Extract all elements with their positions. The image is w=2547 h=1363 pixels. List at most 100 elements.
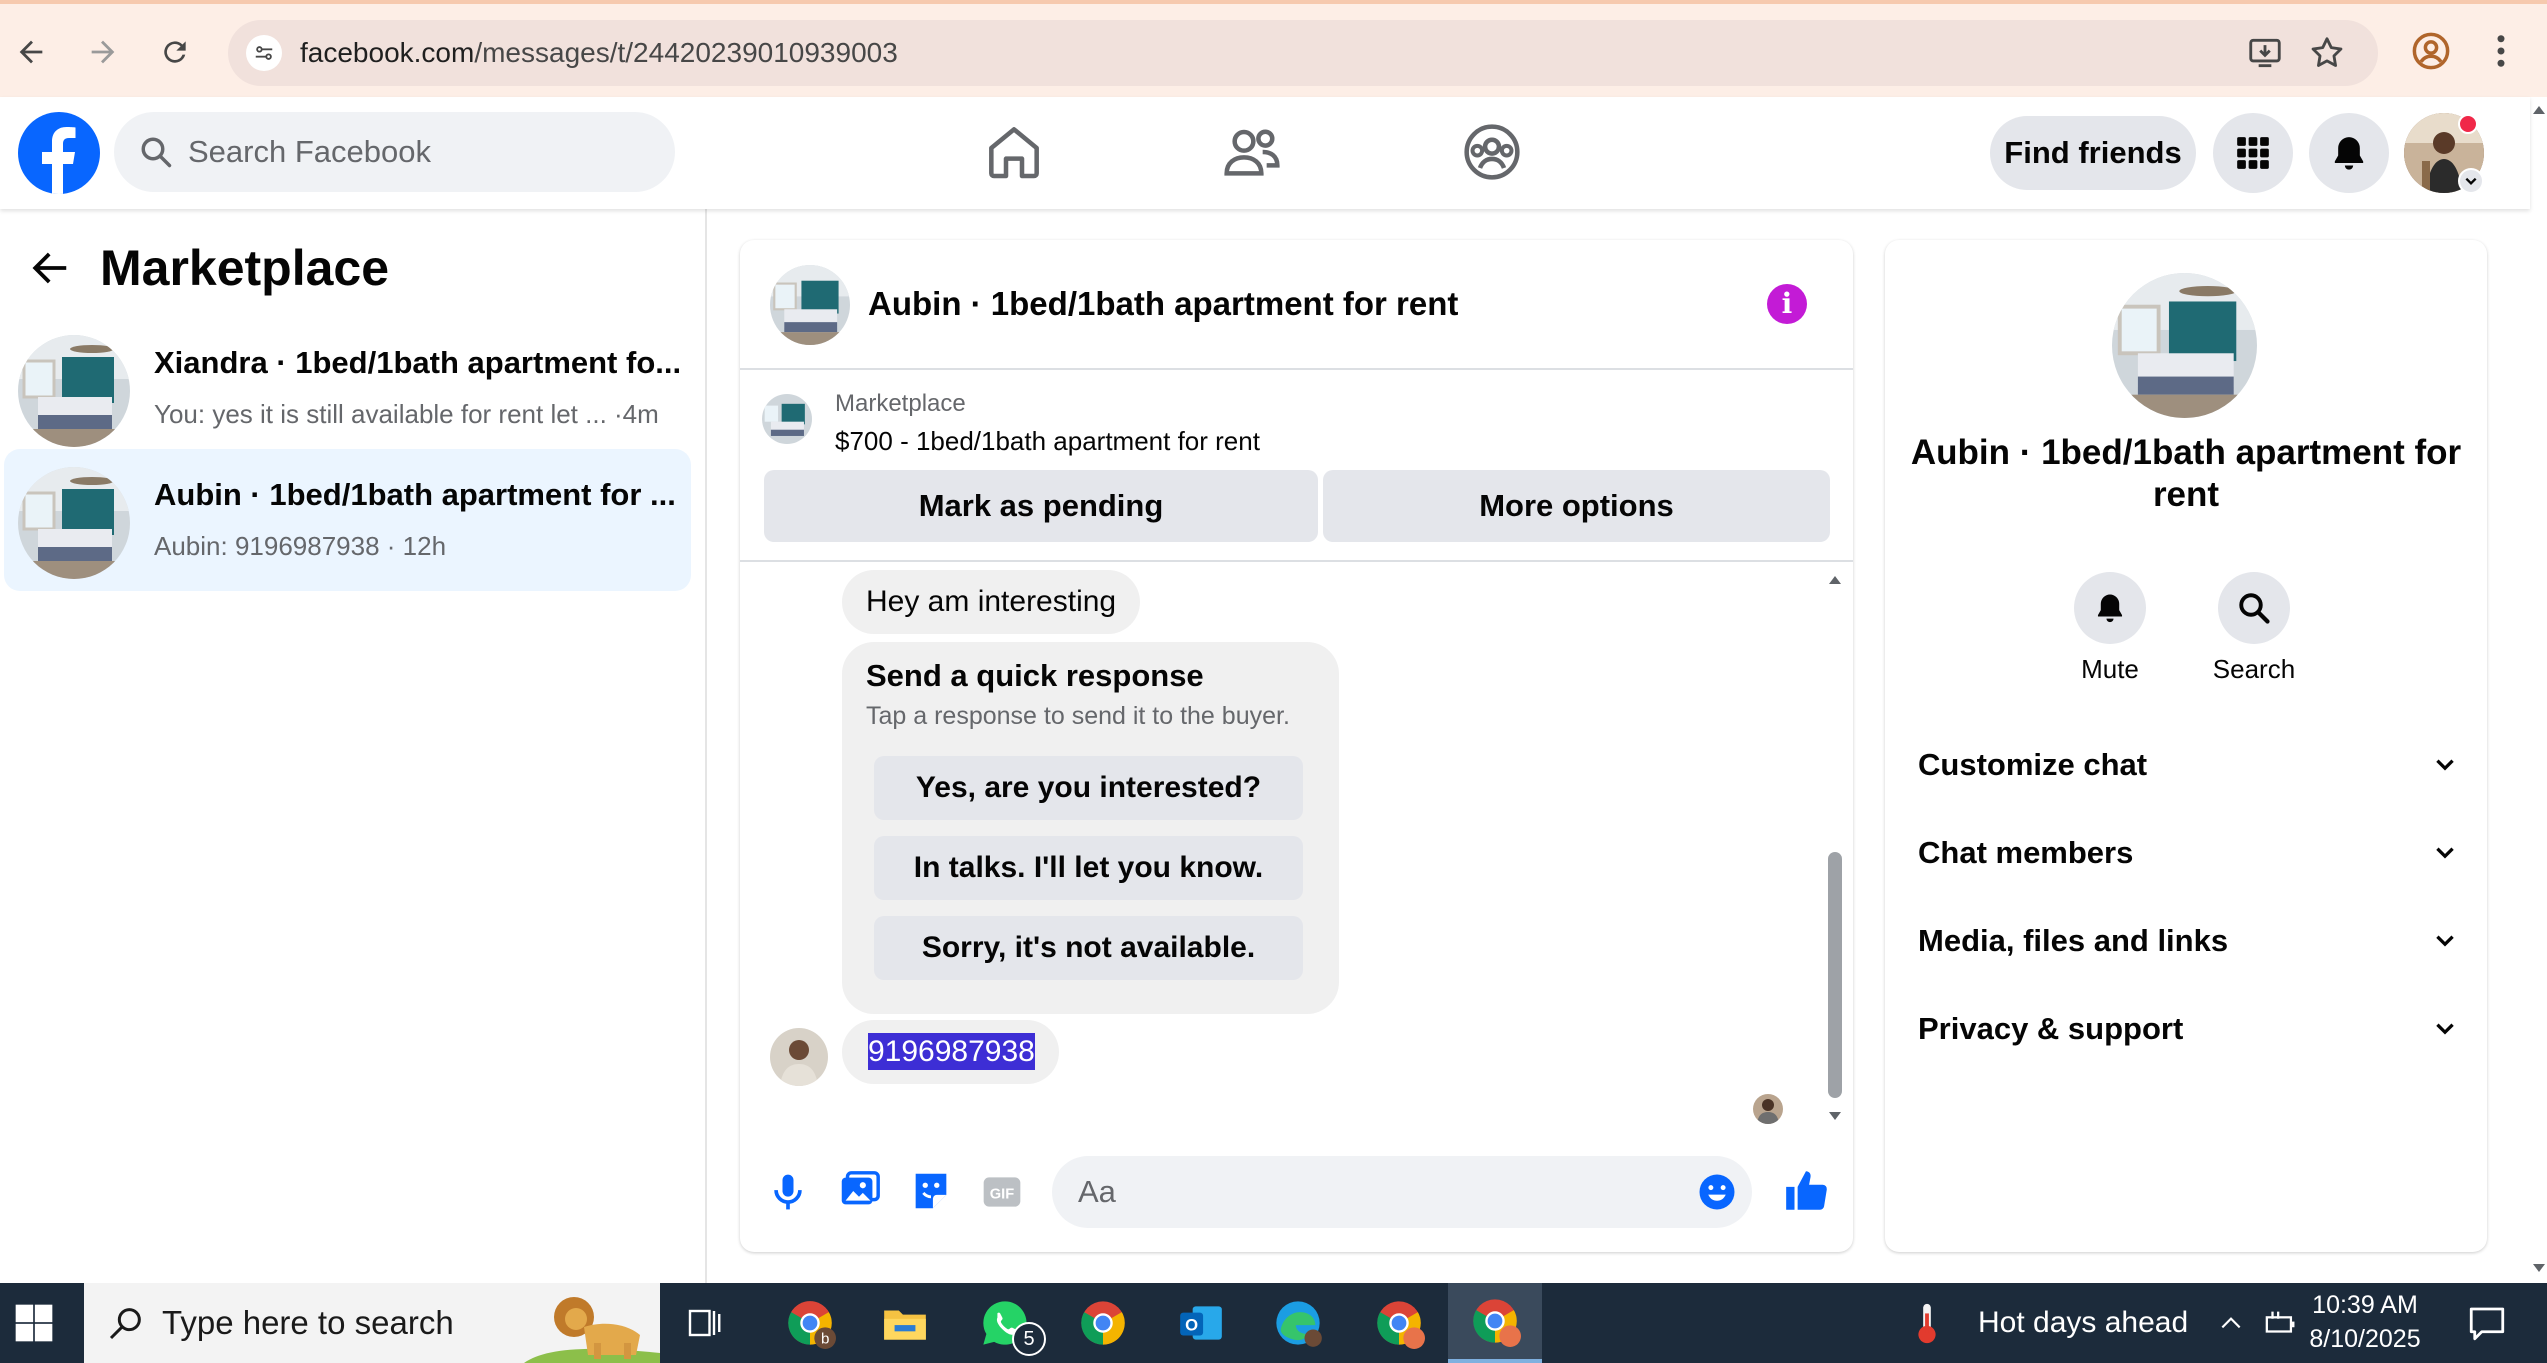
chat-header: Aubin · 1bed/1bath apartment for rent i [740, 240, 1853, 370]
taskbar-search-placeholder: Type here to search [162, 1304, 454, 1341]
quick-response-option[interactable]: Sorry, it's not available. [874, 916, 1303, 980]
chrome-profile-b-icon[interactable]: b [777, 1290, 843, 1356]
chat-avatar[interactable] [770, 265, 850, 345]
weather-thermometer-icon[interactable] [1912, 1300, 1942, 1346]
chrome-icon[interactable] [1070, 1290, 1136, 1356]
mark-as-pending-button[interactable]: Mark as pending [764, 470, 1318, 542]
quick-response-title: Send a quick response [866, 658, 1204, 693]
microphone-icon[interactable] [766, 1170, 810, 1214]
install-app-icon[interactable] [2246, 34, 2284, 72]
quick-response-option[interactable]: In talks. I'll let you know. [874, 836, 1303, 900]
thread-title: Xiandra · 1bed/1bath apartment fo... [154, 345, 682, 380]
address-bar[interactable]: facebook.com/messages/t/2442023901093900… [228, 20, 2378, 86]
customize-chat-section[interactable]: Customize chat [1918, 736, 2458, 794]
details-title: Aubin · 1bed/1bath apartment for rent [1910, 433, 2462, 514]
chevron-down-icon [2436, 1023, 2454, 1035]
thread-item-aubin[interactable]: Aubin · 1bed/1bath apartment for ... Aub… [4, 449, 691, 591]
system-clock[interactable]: 10:39 AM 8/10/2025 [2300, 1288, 2430, 1356]
windows-start-icon[interactable] [14, 1303, 54, 1343]
media-files-links-section[interactable]: Media, files and links [1918, 912, 2458, 970]
find-friends-button[interactable]: Find friends [1990, 116, 2196, 190]
thread-title: Aubin · 1bed/1bath apartment for ... [154, 477, 676, 512]
weather-text[interactable]: Hot days ahead [1978, 1283, 2188, 1363]
details-avatar[interactable] [2112, 273, 2257, 418]
page-scrollbar[interactable] [2530, 97, 2547, 1283]
chat-details-panel: Aubin · 1bed/1bath apartment for rent Mu… [1885, 240, 2487, 1252]
bookmark-star-icon[interactable] [2308, 34, 2346, 72]
reload-icon[interactable] [148, 25, 202, 79]
more-options-button[interactable]: More options [1323, 470, 1830, 542]
gif-icon[interactable]: GIF [980, 1170, 1024, 1214]
friends-icon[interactable] [1220, 120, 1284, 184]
svg-text:O: O [1185, 1315, 1198, 1334]
listing-banner: Marketplace $700 - 1bed/1bath apartment … [740, 370, 1853, 562]
photo-attach-icon[interactable] [836, 1168, 882, 1214]
profile-icon[interactable] [2410, 30, 2452, 72]
search-icon [138, 134, 174, 170]
task-view-icon[interactable] [672, 1290, 738, 1356]
emoji-icon[interactable] [1696, 1171, 1738, 1213]
notifications-bell-icon[interactable] [2309, 113, 2389, 193]
message-input[interactable]: Aa [1052, 1156, 1752, 1228]
mute-bell-icon[interactable] [2074, 572, 2146, 644]
sender-avatar[interactable] [770, 1028, 828, 1086]
edge-icon[interactable] [1265, 1290, 1331, 1356]
menu-grid-icon[interactable] [2213, 113, 2293, 193]
sticker-icon[interactable] [908, 1168, 954, 1214]
svg-text:b: b [821, 1331, 829, 1348]
message-bubble: Hey am interesting [842, 570, 1141, 634]
listing-price-title[interactable]: $700 - 1bed/1bath apartment for rent [835, 426, 1260, 457]
section-label: Chat members [1918, 835, 2134, 870]
file-explorer-icon[interactable] [872, 1290, 938, 1356]
back-arrow-icon[interactable] [26, 245, 72, 291]
thread-item-xiandra[interactable]: Xiandra · 1bed/1bath apartment fo... You… [4, 317, 691, 459]
chevron-down-icon [2436, 847, 2454, 859]
marketplace-sidebar: Marketplace Xiandra · 1bed/1bath apartme… [0, 209, 707, 1284]
selected-message-text[interactable]: 9196987938 [868, 1033, 1035, 1070]
seen-indicator-avatar [1753, 1094, 1783, 1124]
lion-search-highlight-icon [524, 1283, 660, 1363]
quick-response-subtitle: Tap a response to send it to the buyer. [866, 702, 1290, 730]
chrome-active-window-icon[interactable] [1448, 1283, 1542, 1363]
thread-preview: You: yes it is still available for rent … [154, 399, 659, 429]
site-info-icon[interactable] [246, 35, 282, 71]
section-label: Media, files and links [1918, 923, 2229, 958]
facebook-logo-icon[interactable] [18, 112, 100, 194]
battery-plug-icon[interactable] [2264, 1306, 2298, 1340]
chat-scrollbar-thumb[interactable] [1828, 852, 1842, 1098]
privacy-support-section[interactable]: Privacy & support [1918, 1000, 2458, 1058]
chat-title[interactable]: Aubin · 1bed/1bath apartment for rent [868, 285, 1458, 323]
search-in-chat-icon[interactable] [2218, 572, 2290, 644]
listing-thumbnail [18, 467, 130, 579]
quick-response-option[interactable]: Yes, are you interested? [874, 756, 1303, 820]
listing-thumbnail [18, 335, 130, 447]
search-placeholder: Search Facebook [188, 134, 431, 169]
like-thumbs-up-icon[interactable] [1782, 1166, 1832, 1216]
chevron-down-icon [2436, 935, 2454, 947]
home-icon[interactable] [982, 120, 1046, 184]
chevron-down-icon [2436, 759, 2454, 771]
section-label: Customize chat [1918, 747, 2148, 782]
chat-pane: Aubin · 1bed/1bath apartment for rent i … [740, 240, 1853, 1252]
kebab-menu-icon[interactable] [2486, 30, 2516, 72]
info-icon[interactable]: i [1767, 284, 1807, 324]
account-chevron-down-icon[interactable] [2458, 168, 2484, 194]
chevron-up-icon[interactable] [2218, 1310, 2244, 1336]
search-label: Search [2212, 654, 2296, 684]
chrome-profile-icon[interactable] [1366, 1290, 1432, 1356]
notification-center-icon[interactable] [2466, 1302, 2508, 1344]
svg-text:GIF: GIF [990, 1186, 1014, 1202]
outlook-icon[interactable]: O [1168, 1290, 1234, 1356]
back-arrow-icon[interactable] [4, 25, 58, 79]
taskbar-search-box[interactable]: Type here to search [84, 1283, 660, 1363]
section-label: Privacy & support [1918, 1011, 2184, 1046]
whatsapp-badge: 5 [1012, 1322, 1046, 1356]
chat-members-section[interactable]: Chat members [1918, 824, 2458, 882]
clock-time: 10:39 AM [2312, 1291, 2418, 1319]
forward-arrow-icon[interactable] [76, 25, 130, 79]
facebook-search-input[interactable]: Search Facebook [114, 112, 675, 192]
groups-icon[interactable] [1460, 120, 1524, 184]
listing-source-label: Marketplace [835, 390, 966, 417]
notification-dot [2458, 114, 2478, 134]
clock-date: 8/10/2025 [2309, 1325, 2421, 1353]
